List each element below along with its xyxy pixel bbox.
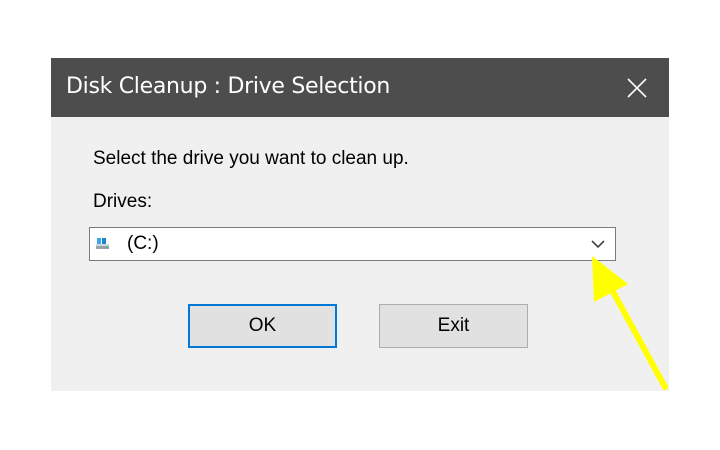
drive-icon — [96, 238, 109, 249]
drives-label: Drives: — [93, 191, 153, 212]
instruction-text: Select the drive you want to clean up. — [93, 148, 409, 169]
screenshot-stage: Disk Cleanup : Drive Selection Select th… — [0, 0, 720, 450]
chevron-down-icon[interactable] — [590, 238, 606, 250]
selected-drive: (C:) — [127, 233, 159, 254]
window-title: Disk Cleanup : Drive Selection — [66, 74, 391, 99]
drive-dropdown[interactable]: (C:) — [89, 227, 616, 261]
title-bar[interactable]: Disk Cleanup : Drive Selection — [51, 58, 669, 117]
disk-cleanup-dialog: Disk Cleanup : Drive Selection Select th… — [51, 58, 669, 391]
close-icon — [627, 77, 647, 98]
close-button[interactable] — [605, 58, 669, 117]
ok-button[interactable]: OK — [188, 304, 337, 348]
exit-button[interactable]: Exit — [379, 304, 528, 348]
